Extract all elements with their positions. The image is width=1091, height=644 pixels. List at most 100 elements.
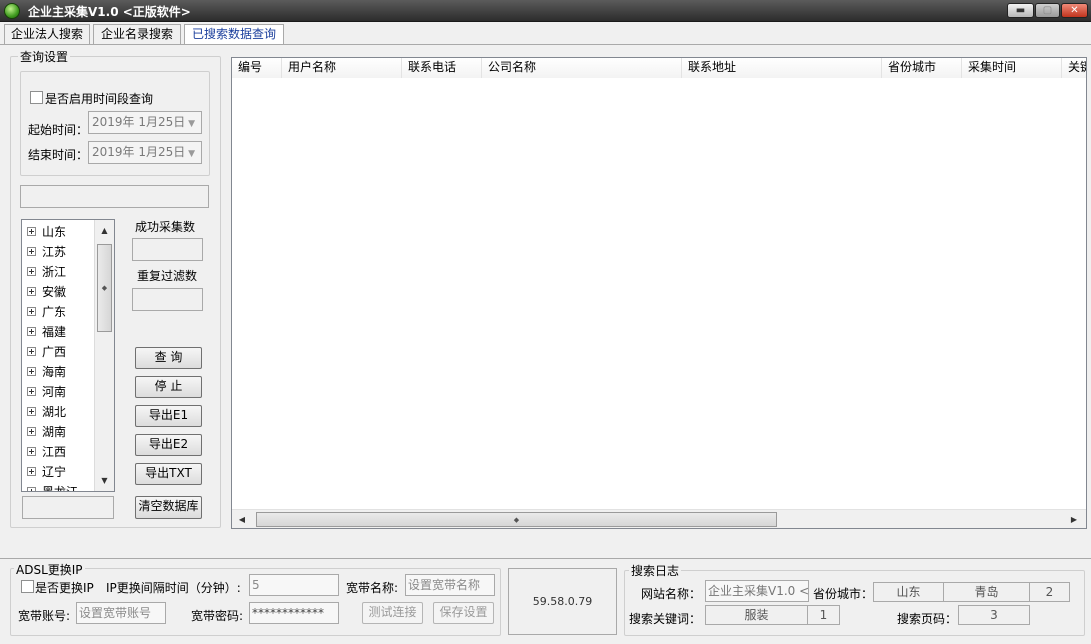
column-header[interactable]: 关键 [1062, 58, 1086, 78]
interval-label: IP更换间隔时间（分钟）: [106, 581, 241, 595]
expand-plus-icon[interactable] [27, 246, 36, 256]
tree-item-province[interactable]: 湖北 [27, 401, 66, 421]
column-header[interactable]: 编号 [232, 58, 282, 78]
tree-item-province[interactable]: 江西 [27, 441, 66, 461]
table-scroll-thumb[interactable]: ◆ [256, 512, 777, 527]
tree-item-label: 河南 [42, 384, 67, 399]
table-hscrollbar[interactable]: ◀ ◆ ▶ [232, 509, 1086, 528]
expand-plus-icon[interactable] [27, 406, 36, 416]
broadband-password-input[interactable]: ************ [249, 602, 339, 624]
tree-item-province[interactable]: 黑龙江 [27, 481, 79, 492]
window-title: 企业主采集V1.0 <正版软件> [28, 5, 191, 19]
maximize-button[interactable]: ▢ [1035, 3, 1060, 18]
broadband-account-input[interactable]: 设置宽带账号 [76, 602, 166, 624]
tree-item-province[interactable]: 湖南 [27, 421, 66, 441]
tree-item-province[interactable]: 山东 [27, 221, 66, 241]
app-logo-icon [4, 3, 20, 19]
chevron-down-icon: ▼ [188, 119, 195, 129]
expand-plus-icon[interactable] [27, 226, 36, 236]
duplicate-count-label: 重复过滤数 [137, 269, 198, 283]
interval-input[interactable]: 5 [249, 574, 339, 596]
search-page-label: 搜索页码： [897, 612, 958, 626]
tree-item-province[interactable]: 广西 [27, 341, 66, 361]
site-name-label: 网站名称： [641, 587, 702, 601]
query-button[interactable]: 查 询 [135, 347, 202, 369]
log-province-field: 山东 [873, 582, 944, 602]
tree-item-label: 广东 [42, 304, 67, 319]
expand-plus-icon[interactable] [27, 326, 36, 336]
site-name-field: 企业主采集V1.0 <正 [705, 580, 809, 602]
minimize-button[interactable]: ▬ [1007, 3, 1034, 18]
tree-item-province[interactable]: 海南 [27, 361, 66, 381]
column-header[interactable]: 省份城市 [882, 58, 962, 78]
expand-plus-icon[interactable] [27, 466, 36, 476]
column-header[interactable]: 联系电话 [402, 58, 482, 78]
start-date-value: 2019年 1月25日 [92, 115, 186, 129]
scroll-down-icon[interactable]: ▼ [95, 472, 114, 488]
title-bar: 企业主采集V1.0 <正版软件> ▬ ▢ ✕ [0, 0, 1091, 22]
expand-plus-icon[interactable] [27, 366, 36, 376]
tree-item-province[interactable]: 福建 [27, 321, 66, 341]
broadband-account-label: 宽带账号: [18, 609, 71, 623]
results-table[interactable]: 编号用户名称联系电话公司名称联系地址省份城市采集时间关键 ◀ ◆ ▶ [231, 57, 1087, 529]
column-header[interactable]: 采集时间 [962, 58, 1062, 78]
expand-plus-icon[interactable] [27, 346, 36, 356]
log-city-index-field: 2 [1029, 582, 1070, 602]
tab-legal-person-search[interactable]: 企业法人搜索 [4, 24, 90, 44]
close-button[interactable]: ✕ [1061, 3, 1088, 18]
broadband-name-input[interactable]: 设置宽带名称 [405, 574, 495, 596]
tree-item-label: 湖南 [42, 424, 67, 439]
tree-scrollbar[interactable]: ▲ ◆ ▼ [94, 220, 114, 491]
expand-plus-icon[interactable] [27, 386, 36, 396]
tab-directory-search[interactable]: 企业名录搜索 [93, 24, 181, 44]
end-time-label: 结束时间： [28, 148, 89, 162]
expand-plus-icon[interactable] [27, 286, 36, 296]
scroll-left-icon[interactable]: ◀ [234, 511, 250, 527]
column-header[interactable]: 联系地址 [682, 58, 882, 78]
export-e2-button[interactable]: 导出E2 [135, 434, 202, 456]
enable-time-range-checkbox[interactable] [30, 91, 43, 104]
scroll-up-icon[interactable]: ▲ [95, 222, 114, 238]
end-date-picker[interactable]: 2019年 1月25日 ▼ [88, 141, 202, 164]
tree-status-field [22, 496, 114, 519]
expand-plus-icon[interactable] [27, 306, 36, 316]
tree-item-province[interactable]: 安徽 [27, 281, 66, 301]
log-keyword-field: 服装 [705, 605, 808, 625]
tree-item-province[interactable]: 辽宁 [27, 461, 66, 481]
tree-item-label: 浙江 [42, 264, 67, 279]
tab-searched-data-query[interactable]: 已搜索数据查询 [184, 24, 284, 45]
tree-item-province[interactable]: 河南 [27, 381, 66, 401]
log-page-field: 3 [958, 605, 1030, 625]
broadband-name-label: 宽带名称: [346, 581, 399, 595]
tree-item-label: 安徽 [42, 284, 67, 299]
export-txt-button[interactable]: 导出TXT [135, 463, 202, 485]
search-log-label: 搜索日志 [629, 562, 682, 579]
test-connection-button[interactable]: 测试连接 [362, 602, 423, 624]
adsl-group-label: ADSL更换IP [14, 561, 85, 578]
duplicate-count-field [132, 288, 203, 311]
tree-item-province[interactable]: 江苏 [27, 241, 66, 261]
expand-plus-icon[interactable] [27, 266, 36, 276]
column-header[interactable]: 公司名称 [482, 58, 682, 78]
tree-item-province[interactable]: 浙江 [27, 261, 66, 281]
save-settings-button[interactable]: 保存设置 [433, 602, 494, 624]
export-e1-button[interactable]: 导出E1 [135, 405, 202, 427]
expand-plus-icon[interactable] [27, 486, 36, 491]
tree-item-label: 黑龙江 [42, 484, 79, 492]
scroll-right-icon[interactable]: ▶ [1066, 511, 1082, 527]
change-ip-checkbox[interactable] [21, 580, 34, 593]
tree-item-label: 海南 [42, 364, 67, 379]
tree-item-label: 福建 [42, 324, 67, 339]
column-header[interactable]: 用户名称 [282, 58, 402, 78]
current-ip-display: 59.58.0.79 [508, 568, 617, 635]
stop-button[interactable]: 停 止 [135, 376, 202, 398]
table-header: 编号用户名称联系电话公司名称联系地址省份城市采集时间关键 [232, 58, 1086, 78]
tree-item-label: 山东 [42, 224, 67, 239]
expand-plus-icon[interactable] [27, 426, 36, 436]
province-tree[interactable]: 山东江苏浙江安徽广东福建广西海南河南湖北湖南江西 辽宁黑龙江 ▲ ◆ ▼ [21, 219, 115, 492]
tree-item-province[interactable]: 广东 [27, 301, 66, 321]
tree-scroll-thumb[interactable]: ◆ [97, 244, 112, 332]
expand-plus-icon[interactable] [27, 446, 36, 456]
start-date-picker[interactable]: 2019年 1月25日 ▼ [88, 111, 202, 134]
clear-database-button[interactable]: 清空数据库 [135, 496, 202, 519]
